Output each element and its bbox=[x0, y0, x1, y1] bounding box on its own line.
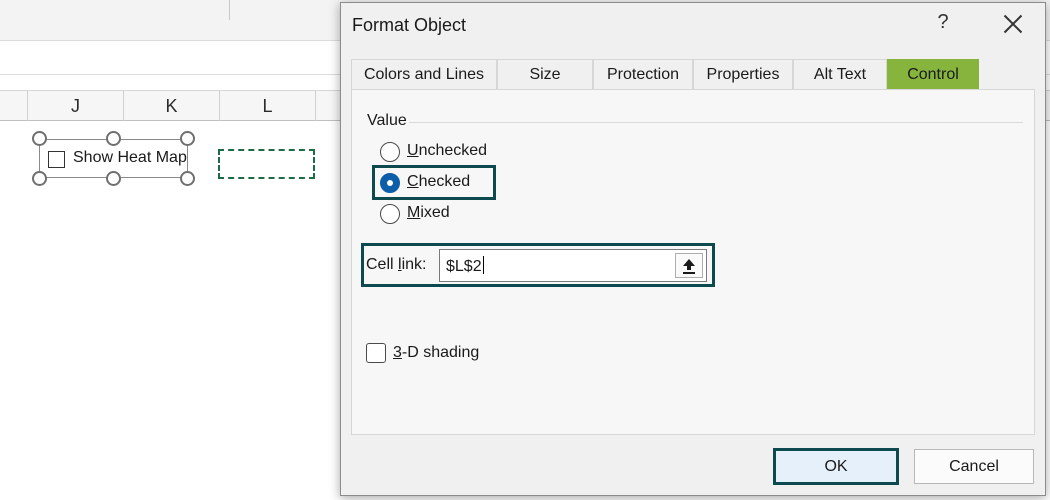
value-group-label: Value bbox=[367, 112, 407, 129]
checked-highlight-box bbox=[372, 165, 496, 200]
column-header-k[interactable]: K bbox=[124, 91, 220, 121]
tab-size[interactable]: Size bbox=[497, 59, 593, 89]
checkbox-square-icon[interactable] bbox=[366, 343, 386, 363]
3d-shading-label: 3-D shading bbox=[393, 344, 479, 362]
checkbox-label: Show Heat Map bbox=[73, 149, 187, 166]
tab-control[interactable]: Control bbox=[887, 59, 979, 89]
resize-handle-bottom-right[interactable] bbox=[180, 171, 195, 186]
resize-handle-bottom-left[interactable] bbox=[32, 171, 47, 186]
cell-link-highlight-box bbox=[361, 243, 715, 287]
tab-protection[interactable]: Protection bbox=[593, 59, 693, 89]
column-header-l[interactable]: L bbox=[220, 91, 316, 121]
help-button[interactable]: ? bbox=[933, 11, 953, 39]
column-header-j[interactable]: J bbox=[28, 91, 124, 121]
resize-handle-bottom-middle[interactable] bbox=[106, 171, 121, 186]
linked-cell-marquee bbox=[218, 149, 315, 179]
ribbon-divider bbox=[229, 0, 230, 20]
tab-colors-and-lines[interactable]: Colors and Lines bbox=[351, 59, 497, 89]
radio-button-icon[interactable] bbox=[380, 204, 400, 224]
3d-shading-label-text: -D shading bbox=[401, 344, 480, 361]
control-tab-panel: Value Unchecked Checked Mixed Cell link:… bbox=[351, 89, 1035, 435]
resize-handle-top-right[interactable] bbox=[180, 131, 195, 146]
group-divider bbox=[409, 122, 1023, 123]
tab-strip: Colors and Lines Size Protection Propert… bbox=[351, 59, 1035, 89]
tab-properties[interactable]: Properties bbox=[693, 59, 793, 89]
radio-button-icon[interactable] bbox=[380, 142, 400, 162]
close-icon[interactable] bbox=[998, 9, 1028, 39]
format-object-dialog: Format Object ? Colors and Lines Size Pr… bbox=[340, 2, 1046, 496]
resize-handle-top-left[interactable] bbox=[32, 131, 47, 146]
3d-shading-accesskey: 3 bbox=[393, 344, 402, 361]
radio-label-unchecked: Unchecked bbox=[407, 142, 488, 159]
column-header-blank bbox=[0, 91, 28, 121]
radio-label-mixed: Mixed bbox=[407, 204, 450, 221]
resize-handle-top-middle[interactable] bbox=[106, 131, 121, 146]
checkbox-square-icon[interactable] bbox=[48, 151, 65, 168]
tab-alt-text[interactable]: Alt Text bbox=[793, 59, 887, 89]
cancel-button[interactable]: Cancel bbox=[914, 449, 1034, 484]
ok-highlight-box bbox=[773, 448, 899, 485]
dialog-title: Format Object bbox=[352, 15, 467, 35]
